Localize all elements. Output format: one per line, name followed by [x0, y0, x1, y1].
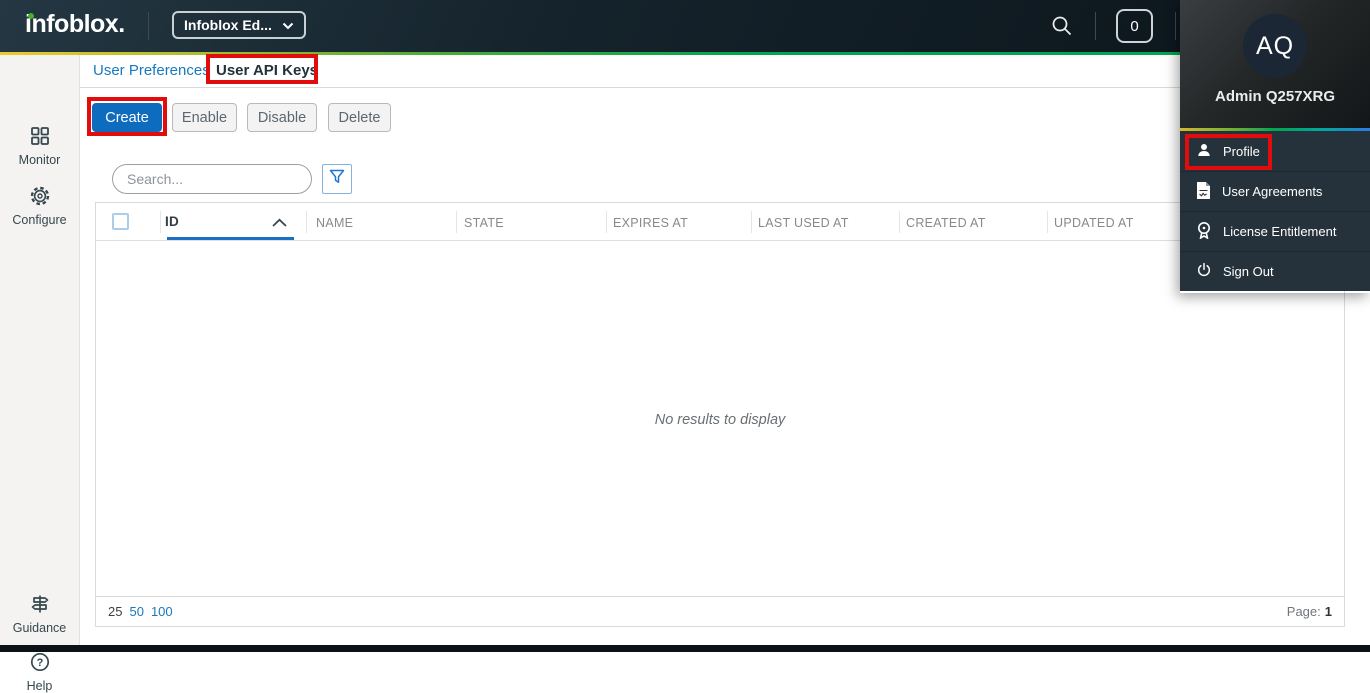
select-all-checkbox[interactable] — [112, 213, 129, 230]
license-badge-icon — [1196, 221, 1212, 242]
power-icon — [1196, 262, 1212, 281]
sidebar-item-configure[interactable]: Configure — [0, 185, 79, 227]
page-size-25[interactable]: 25 — [108, 604, 122, 619]
filter-funnel-icon — [328, 168, 346, 191]
tab-user-preferences[interactable]: User Preferences — [93, 62, 210, 79]
tabs-divider — [80, 87, 1370, 88]
sidebar-item-help[interactable]: ? Help — [0, 651, 79, 693]
column-header-last-used-at[interactable]: LAST USED AT — [758, 216, 849, 230]
menu-item-sign-out[interactable]: Sign Out — [1180, 251, 1370, 291]
signpost-icon — [29, 593, 51, 618]
column-separator — [1047, 211, 1048, 233]
header-accent-gradient — [0, 52, 1370, 55]
sidebar-item-label: Configure — [12, 213, 66, 227]
user-menu-panel: AQ Admin Q257XRG Profile User Agreements… — [1180, 0, 1370, 293]
empty-results-message: No results to display — [655, 412, 786, 428]
sidebar-item-label: Monitor — [19, 153, 61, 167]
menu-item-user-agreements[interactable]: User Agreements — [1180, 171, 1370, 211]
page-indicator: Page: 1 — [1287, 604, 1332, 619]
table-body: No results to display — [96, 241, 1344, 598]
user-panel-header: AQ Admin Q257XRG — [1180, 0, 1370, 128]
svg-text:?: ? — [36, 657, 43, 669]
menu-item-label: User Agreements — [1222, 184, 1322, 199]
page-number: 1 — [1325, 604, 1332, 619]
header-divider — [1175, 12, 1176, 40]
top-header-bar: infoblox. Infoblox Ed... 0 — [0, 0, 1370, 52]
filter-button[interactable] — [322, 164, 352, 194]
enable-button[interactable]: Enable — [172, 103, 237, 132]
column-separator — [899, 211, 900, 233]
column-separator — [606, 211, 607, 233]
question-icon: ? — [29, 651, 51, 676]
column-header-updated-at[interactable]: UPDATED AT — [1054, 216, 1134, 230]
document-icon — [1196, 182, 1211, 202]
column-separator — [456, 211, 457, 233]
search-icon[interactable] — [1050, 14, 1074, 38]
user-panel-menu: Profile User Agreements License Entitlem… — [1180, 131, 1370, 291]
menu-item-label: Profile — [1223, 144, 1260, 159]
table-header-row: ID NAME STATE EXPIRES AT LAST USED AT CR… — [96, 203, 1344, 241]
left-sidebar: Monitor Configure Guidance ? — [0, 55, 80, 645]
table-footer: 25 50 100 Page: 1 — [96, 596, 1344, 626]
chevron-down-icon — [282, 17, 294, 33]
page-size-100[interactable]: 100 — [151, 604, 173, 619]
sidebar-item-label: Help — [27, 679, 53, 693]
column-header-name[interactable]: NAME — [316, 216, 353, 230]
sorted-column-underline — [167, 237, 294, 240]
menu-item-label: Sign Out — [1223, 264, 1274, 279]
column-header-state[interactable]: STATE — [464, 216, 504, 230]
tab-user-api-keys[interactable]: User API Keys — [216, 62, 318, 79]
person-icon — [1196, 142, 1212, 161]
menu-item-label: License Entitlement — [1223, 224, 1336, 239]
sidebar-item-monitor[interactable]: Monitor — [0, 125, 79, 167]
sidebar-item-label: Guidance — [13, 621, 67, 635]
column-header-created-at[interactable]: CREATED AT — [906, 216, 986, 230]
column-header-id[interactable]: ID — [165, 214, 179, 229]
header-divider — [148, 12, 149, 40]
page-label: Page: — [1287, 604, 1321, 619]
column-separator — [751, 211, 752, 233]
app-selector-label: Infoblox Ed... — [184, 17, 272, 33]
header-divider — [1095, 12, 1096, 40]
app-selector-dropdown[interactable]: Infoblox Ed... — [172, 11, 306, 39]
gear-icon — [29, 185, 51, 210]
window-bottom-bar — [0, 645, 1370, 652]
column-header-expires-at[interactable]: EXPIRES AT — [613, 216, 688, 230]
infoblox-logo: infoblox. — [25, 10, 125, 39]
column-separator — [306, 211, 307, 233]
search-input[interactable] — [112, 164, 312, 194]
notification-count: 0 — [1130, 18, 1138, 35]
page-size-50[interactable]: 50 — [129, 604, 143, 619]
user-name: Admin Q257XRG — [1180, 88, 1370, 105]
sidebar-item-guidance[interactable]: Guidance — [0, 593, 79, 635]
api-keys-table: ID NAME STATE EXPIRES AT LAST USED AT CR… — [95, 202, 1345, 627]
logo-green-dot-icon — [28, 13, 34, 19]
column-separator — [160, 211, 161, 233]
create-button[interactable]: Create — [92, 103, 162, 132]
sort-asc-icon — [271, 215, 288, 233]
menu-item-profile[interactable]: Profile — [1180, 131, 1370, 171]
disable-button[interactable]: Disable — [247, 103, 317, 132]
notification-counter[interactable]: 0 — [1116, 9, 1153, 43]
avatar[interactable]: AQ — [1243, 14, 1307, 78]
menu-item-license-entitlement[interactable]: License Entitlement — [1180, 211, 1370, 251]
grid-icon — [29, 125, 51, 150]
delete-button[interactable]: Delete — [328, 103, 391, 132]
page-size-selector: 25 50 100 — [108, 604, 173, 619]
